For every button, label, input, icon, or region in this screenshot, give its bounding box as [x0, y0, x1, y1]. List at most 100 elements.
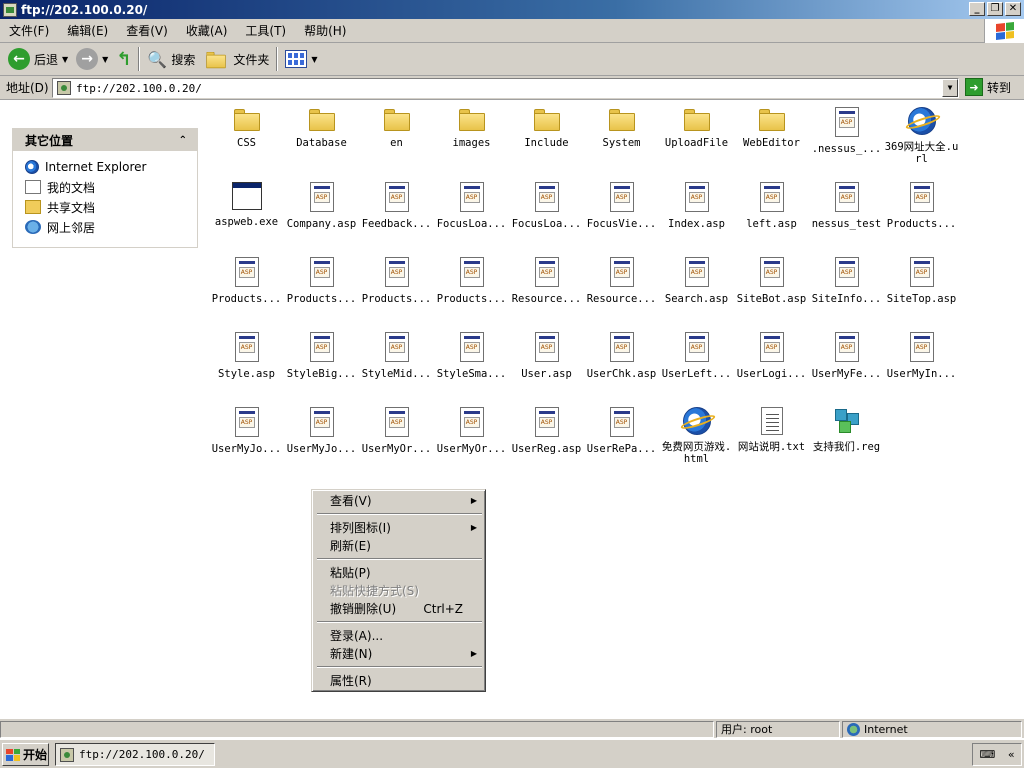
- file-item[interactable]: WebEditor: [734, 107, 809, 149]
- file-item[interactable]: ASP Company.asp: [284, 182, 359, 230]
- taskbar-item-ftp[interactable]: ftp://202.100.0.20/: [55, 743, 215, 766]
- file-item[interactable]: ASP UserMyOr...: [359, 407, 434, 455]
- back-button[interactable]: ← 后退 ▼: [4, 45, 72, 73]
- file-item[interactable]: ASP SiteInfo...: [809, 257, 884, 305]
- file-item[interactable]: Database: [284, 107, 359, 149]
- file-item[interactable]: 免费网页游戏.html: [659, 407, 734, 465]
- chevron-down-icon[interactable]: ▼: [942, 79, 958, 97]
- context-menu-item[interactable]: 新建(N) ▶: [315, 645, 483, 663]
- search-icon: 🔍: [147, 49, 168, 69]
- views-button[interactable]: ▼: [281, 45, 321, 73]
- file-item[interactable]: Include: [509, 107, 584, 149]
- file-item[interactable]: ASP FocusVie...: [584, 182, 659, 230]
- chevron-left-icon[interactable]: «: [1008, 748, 1015, 761]
- chevron-up-icon[interactable]: ⌃: [179, 135, 187, 146]
- file-item[interactable]: ASP FocusLoa...: [434, 182, 509, 230]
- file-item[interactable]: UploadFile: [659, 107, 734, 149]
- chevron-down-icon[interactable]: ▼: [62, 55, 68, 64]
- title-bar[interactable]: ftp://202.100.0.20/ _ ❐ ✕: [0, 0, 1024, 19]
- file-item[interactable]: ASP Search.asp: [659, 257, 734, 305]
- file-item[interactable]: ASP left.asp: [734, 182, 809, 230]
- file-item[interactable]: ASP Products...: [434, 257, 509, 305]
- maximize-button[interactable]: ❐: [987, 2, 1003, 16]
- asp-file-icon: ASP: [459, 182, 484, 212]
- close-button[interactable]: ✕: [1005, 2, 1021, 16]
- file-item[interactable]: ASP Resource...: [584, 257, 659, 305]
- file-item[interactable]: ASP UserMyFe...: [809, 332, 884, 380]
- file-item[interactable]: ASP UserMyOr...: [434, 407, 509, 455]
- file-item[interactable]: ASP StyleBig...: [284, 332, 359, 380]
- file-item[interactable]: System: [584, 107, 659, 149]
- file-item[interactable]: ASP Products...: [209, 257, 284, 305]
- context-menu-item[interactable]: 撤销删除(U) Ctrl+Z: [315, 600, 483, 618]
- file-item[interactable]: ASP UserLogi...: [734, 332, 809, 380]
- address-input[interactable]: ftp://202.100.0.20/ ▼: [52, 78, 959, 98]
- file-view[interactable]: 其它位置 ⌃ Internet Explorer 我的文档 共享文档 网上邻居 …: [0, 101, 1024, 718]
- file-item[interactable]: ASP Index.asp: [659, 182, 734, 230]
- file-item[interactable]: ASP SiteTop.asp: [884, 257, 959, 305]
- panel-link-label: 共享文档: [47, 200, 96, 215]
- file-item[interactable]: ASP UserRePa...: [584, 407, 659, 455]
- network-places-icon: [25, 220, 41, 234]
- context-menu-item[interactable]: 属性(R): [315, 672, 483, 690]
- panel-link-ie[interactable]: Internet Explorer: [25, 157, 197, 177]
- panel-link-network[interactable]: 网上邻居: [25, 217, 197, 237]
- file-item[interactable]: ASP UserReg.asp: [509, 407, 584, 455]
- file-item[interactable]: ASP UserMyJo...: [209, 407, 284, 455]
- context-menu-item[interactable]: 刷新(E): [315, 537, 483, 555]
- panel-link-shared-documents[interactable]: 共享文档: [25, 197, 197, 217]
- file-item[interactable]: images: [434, 107, 509, 149]
- file-name: Resource...: [511, 293, 582, 305]
- menu-view[interactable]: 查看(V): [117, 20, 177, 42]
- context-menu-item[interactable]: 排列图标(I) ▶: [315, 519, 483, 537]
- file-item[interactable]: 369网址大全.url: [884, 107, 959, 165]
- file-item[interactable]: en: [359, 107, 434, 149]
- file-name: Products...: [286, 293, 357, 305]
- file-item[interactable]: ASP Products...: [284, 257, 359, 305]
- chevron-down-icon[interactable]: ▼: [102, 55, 108, 64]
- file-item[interactable]: ASP StyleMid...: [359, 332, 434, 380]
- file-item[interactable]: ASP StyleSma...: [434, 332, 509, 380]
- file-item[interactable]: ASP UserLeft...: [659, 332, 734, 380]
- file-item[interactable]: ASP UserMyIn...: [884, 332, 959, 380]
- file-item[interactable]: CSS: [209, 107, 284, 149]
- file-item[interactable]: ASP Feedback...: [359, 182, 434, 230]
- chevron-down-icon[interactable]: ▼: [311, 55, 317, 64]
- menu-help[interactable]: 帮助(H): [295, 20, 355, 42]
- search-button[interactable]: 🔍 搜索: [143, 45, 199, 73]
- file-item[interactable]: ASP Resource...: [509, 257, 584, 305]
- file-item[interactable]: ASP UserChk.asp: [584, 332, 659, 380]
- file-item[interactable]: ASP Products...: [884, 182, 959, 230]
- go-button[interactable]: ➜ 转到: [965, 78, 1011, 96]
- file-item[interactable]: ASP nessus_test: [809, 182, 884, 230]
- file-item[interactable]: ASP FocusLoa...: [509, 182, 584, 230]
- file-name: Include: [524, 137, 569, 149]
- file-item[interactable]: ASP UserMyJo...: [284, 407, 359, 455]
- file-item[interactable]: ASP SiteBot.asp: [734, 257, 809, 305]
- menu-tools[interactable]: 工具(T): [236, 20, 295, 42]
- file-item[interactable]: ASP Style.asp: [209, 332, 284, 380]
- panel-header[interactable]: 其它位置 ⌃: [13, 129, 197, 151]
- up-button[interactable]: ↰: [112, 45, 135, 73]
- asp-file-icon: ASP: [834, 107, 859, 137]
- menu-edit[interactable]: 编辑(E): [58, 20, 117, 42]
- file-item[interactable]: ASP .nessus_...: [809, 107, 884, 155]
- keyboard-icon[interactable]: ⌨: [979, 748, 995, 761]
- file-item[interactable]: aspweb.exe: [209, 182, 284, 228]
- panel-link-my-documents[interactable]: 我的文档: [25, 177, 197, 197]
- minimize-button[interactable]: _: [969, 2, 985, 16]
- file-item[interactable]: 支持我们.reg: [809, 407, 884, 453]
- file-item[interactable]: ASP Products...: [359, 257, 434, 305]
- context-menu-item[interactable]: 查看(V) ▶: [315, 492, 483, 510]
- folder-icon: [458, 109, 485, 131]
- context-menu-item[interactable]: 登录(A)...: [315, 627, 483, 645]
- folders-button[interactable]: 文件夹: [199, 45, 273, 73]
- forward-button[interactable]: → ▼: [72, 45, 112, 73]
- start-button[interactable]: 开始: [2, 743, 49, 766]
- file-item[interactable]: ASP User.asp: [509, 332, 584, 380]
- file-item[interactable]: 网站说明.txt: [734, 407, 809, 453]
- menu-favorites[interactable]: 收藏(A): [177, 20, 237, 42]
- menu-file[interactable]: 文件(F): [0, 20, 58, 42]
- address-bar: 地址(D) ftp://202.100.0.20/ ▼ ➜ 转到: [0, 76, 1024, 100]
- context-menu-item[interactable]: 粘贴(P): [315, 564, 483, 582]
